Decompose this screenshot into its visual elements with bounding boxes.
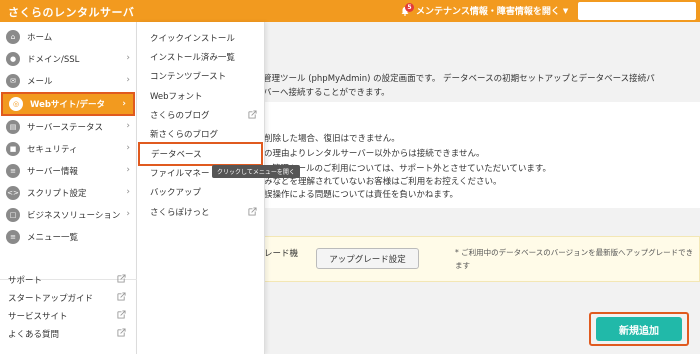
search-input[interactable]	[578, 2, 696, 20]
sidebar-item-mail[interactable]: ✉ メール ›	[0, 70, 137, 92]
server-icon: ≡	[6, 164, 20, 178]
external-link-icon	[248, 207, 257, 216]
chevron-right-icon: ›	[126, 53, 130, 63]
menu-tooltip: クリックしてメニューを開く	[212, 165, 300, 178]
website-data-submenu: クイックインストール インストール済み一覧 コンテンツブースト Webフォント …	[137, 22, 265, 354]
sidebar-item-label: スクリプト設定	[27, 189, 87, 199]
maintenance-notice[interactable]: 5 メンテナンス情報・障害情報を開く ▼	[400, 2, 569, 17]
notification-badge: 5	[405, 2, 414, 12]
submenu-item-backup[interactable]: バックアップ	[137, 182, 265, 201]
chart-icon: ▤	[6, 120, 20, 134]
submenu-item-installed-list[interactable]: インストール済み一覧	[137, 47, 265, 66]
external-link-icon	[117, 274, 126, 283]
sidebar-item-label: ドメイン/SSL	[27, 55, 80, 65]
sidebar-item-website-data[interactable]: ◎ Webサイト/データ ›	[1, 92, 135, 116]
sidebar-item-label: ホーム	[27, 33, 53, 43]
external-link-icon	[117, 310, 126, 319]
sidebar-item-label: メニュー一覧	[27, 233, 79, 243]
sidebar-item-server-status[interactable]: ▤ サーバーステータス ›	[0, 116, 137, 138]
submenu-item-quick-install[interactable]: クイックインストール	[137, 28, 265, 47]
chevron-down-icon: ▼	[562, 6, 569, 15]
mail-icon: ✉	[6, 74, 20, 88]
briefcase-icon: □	[6, 208, 20, 222]
sidebar-item-script-settings[interactable]: <> スクリプト設定 ›	[0, 182, 137, 204]
sidebar-link-label: サポート	[8, 276, 43, 286]
submenu-item-content-boost[interactable]: コンテンツブースト	[137, 66, 265, 85]
warning-text: 削除した場合、復旧はできません。	[264, 134, 400, 144]
list-icon: ≡	[6, 230, 20, 244]
sidebar-link-label: サービスサイト	[8, 312, 68, 322]
sidebar-item-label: サーバー情報	[27, 167, 78, 177]
intro-text-line2: バーへ接続することができます。	[263, 88, 390, 98]
brand-logo[interactable]: さくらのレンタルサーバ	[8, 4, 134, 20]
upgrade-label: レード機	[264, 249, 299, 259]
submenu-item-label: さくらぽけっと	[150, 207, 210, 218]
sidebar-item-home[interactable]: ⌂ ホーム	[0, 26, 137, 48]
upgrade-note-text: ご利用中のデータベースのバージョンを最新版へアップグレードできます	[455, 248, 694, 270]
chevron-right-icon: ›	[126, 75, 130, 85]
sidebar-item-label: メール	[27, 77, 53, 87]
sidebar-item-label: セキュリティ	[27, 145, 78, 155]
upgrade-settings-button[interactable]: アップグレード設定	[316, 248, 419, 269]
sidebar-item-label: サーバーステータス	[27, 123, 103, 133]
chevron-right-icon: ›	[122, 99, 126, 109]
web-icon: ◎	[9, 97, 23, 111]
submenu-item-new-sakura-blog[interactable]: 新さくらのブログ	[137, 124, 265, 143]
warning-text: 管理ツールのご利用については、サポート外とさせていただいています。	[272, 164, 551, 174]
chevron-right-icon: ›	[126, 121, 130, 131]
chevron-right-icon: ›	[126, 187, 130, 197]
sidebar-link-label: スタートアップガイド	[8, 294, 94, 304]
external-link-icon	[117, 292, 126, 301]
maintenance-notice-label[interactable]: メンテナンス情報・障害情報を開く	[416, 4, 560, 17]
external-link-icon	[248, 110, 257, 119]
lock-icon: ■	[6, 142, 20, 156]
bell-icon[interactable]: 5	[400, 2, 414, 16]
warning-text: の理由よりレンタルサーバー以外からは接続できません。	[264, 149, 485, 159]
globe-icon: ●	[6, 52, 20, 66]
upgrade-note: * ご利用中のデータベースのバージョンを最新版へアップグレードできます	[455, 248, 694, 270]
sidebar-item-menu-list[interactable]: ≡ メニュー一覧	[0, 226, 137, 248]
sidebar-link-faq[interactable]: よくある質問	[8, 326, 132, 342]
code-icon: <>	[6, 186, 20, 200]
sidebar-link-label: よくある質問	[8, 330, 60, 340]
submenu-item-web-font[interactable]: Webフォント	[137, 86, 265, 105]
sidebar-item-security[interactable]: ■ セキュリティ ›	[0, 138, 137, 160]
sidebar-link-support[interactable]: サポート	[8, 272, 132, 288]
top-bar: さくらのレンタルサーバ 5 メンテナンス情報・障害情報を開く ▼	[0, 0, 700, 22]
sidebar-item-business[interactable]: □ ビジネスソリューション ›	[0, 204, 137, 226]
warning-text: 誤操作による問題については責任を負いかねます。	[264, 190, 458, 200]
submenu-item-label: さくらのブログ	[150, 110, 210, 121]
sidebar-link-service-site[interactable]: サービスサイト	[8, 308, 132, 324]
sidebar: ⌂ ホーム ● ドメイン/SSL › ✉ メール › ◎ Webサイト/データ …	[0, 22, 137, 354]
home-icon: ⌂	[6, 30, 20, 44]
chevron-right-icon: ›	[126, 165, 130, 175]
sidebar-item-domain[interactable]: ● ドメイン/SSL ›	[0, 48, 137, 70]
sidebar-item-label: ビジネスソリューション	[27, 211, 121, 221]
sidebar-item-server-info[interactable]: ≡ サーバー情報 ›	[0, 160, 137, 182]
external-link-icon	[117, 328, 126, 337]
submenu-item-sakura-pocket[interactable]: さくらぽけっと	[137, 202, 265, 221]
sidebar-link-startup-guide[interactable]: スタートアップガイド	[8, 290, 132, 306]
chevron-right-icon: ›	[126, 143, 130, 153]
submenu-item-sakura-blog[interactable]: さくらのブログ	[137, 105, 265, 124]
intro-text-line1: 管理ツール (phpMyAdmin) の設定画面です。 データベースの初期セット…	[263, 74, 655, 84]
chevron-right-icon: ›	[126, 209, 130, 219]
add-new-button[interactable]: 新規追加	[596, 317, 682, 341]
sidebar-item-label: Webサイト/データ	[30, 100, 106, 110]
